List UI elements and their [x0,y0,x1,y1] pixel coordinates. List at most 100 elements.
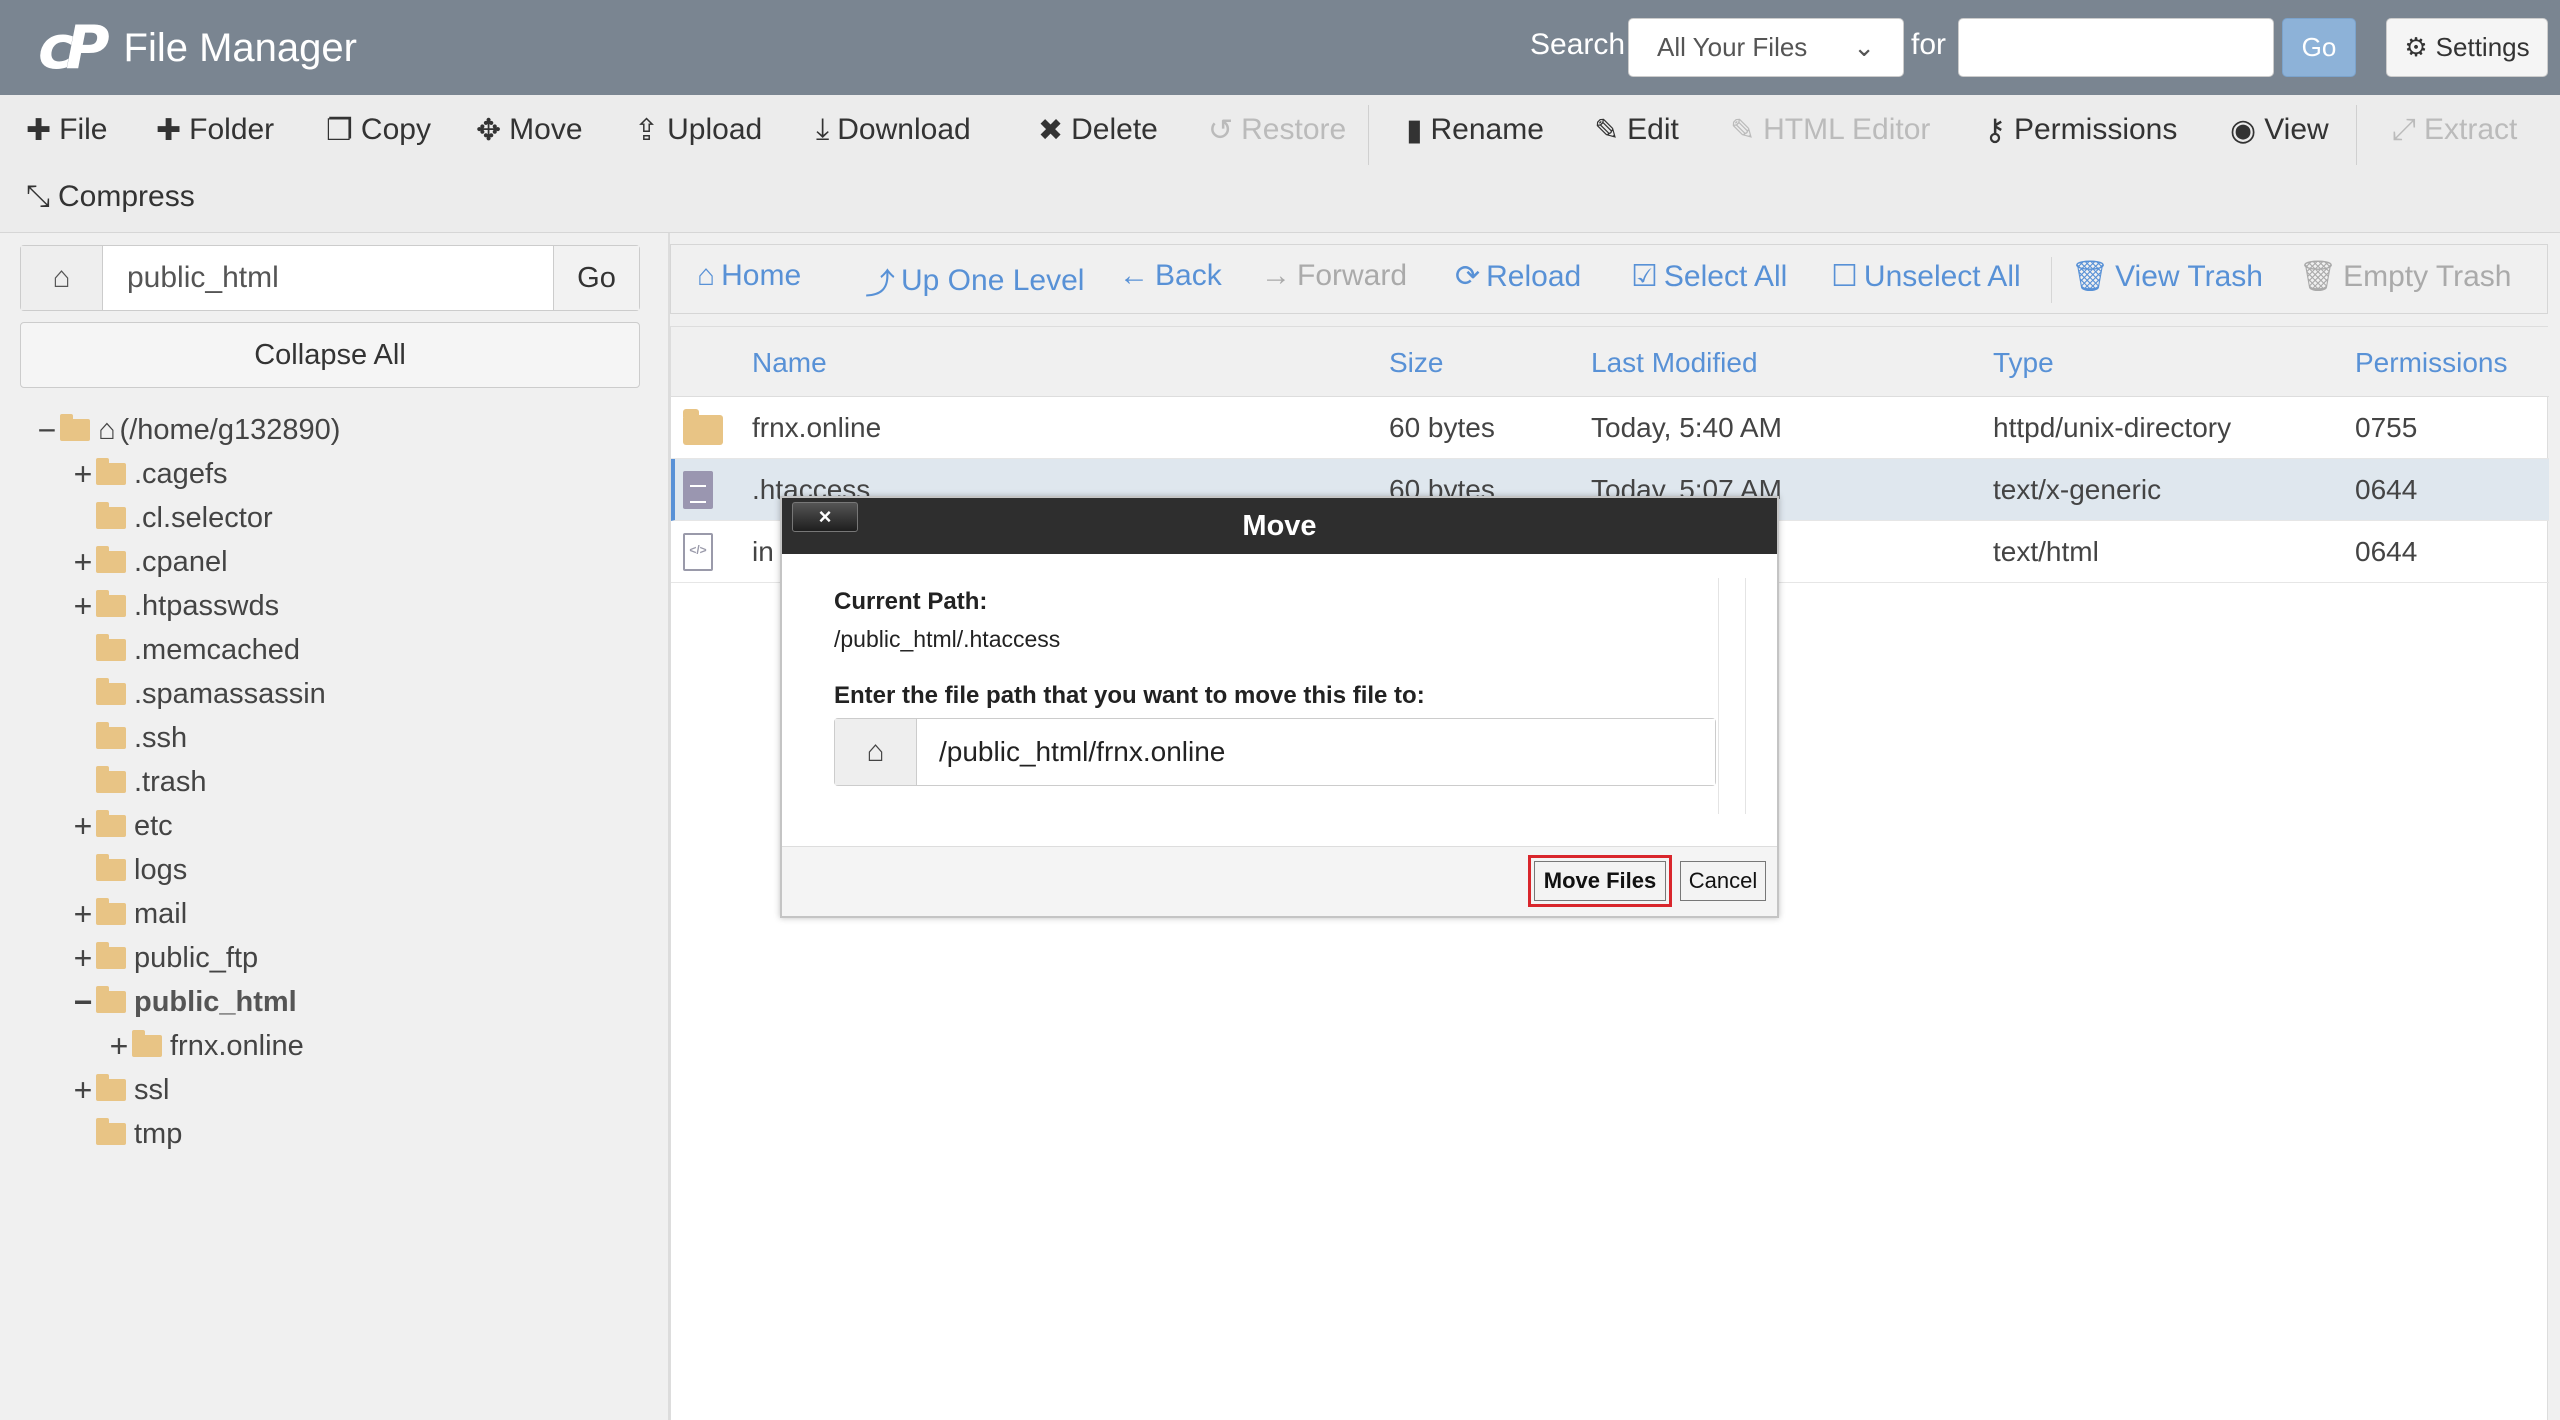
tree-item-label: .memcached [134,633,301,666]
forward-label: Forward [1297,259,1408,292]
restore-button[interactable]: ↺ Restore [1208,110,1346,150]
navigation-bar: ⌂ Home ⤴ Up One Level ← Back → Forward ⟳ Relo… [670,244,2548,314]
column-header-type[interactable]: Type [1993,347,2054,379]
move-files-button[interactable]: Move Files [1534,861,1666,901]
app-title: File Manager [123,25,357,70]
column-header-size[interactable]: Size [1389,347,1443,379]
tree-item-tmp[interactable]: tmp [72,1114,182,1154]
column-header-last-modified[interactable]: Last Modified [1591,347,1758,379]
expand-toggle-icon[interactable]: + [108,1028,130,1065]
tree-item-trash[interactable]: .trash [72,762,207,802]
tree-item-frnx-online[interactable]: + frnx.online [108,1026,304,1066]
expand-toggle-icon[interactable]: + [72,544,94,581]
tree-item-cagefs[interactable]: + .cagefs [72,454,228,494]
select-all-button[interactable]: ☑ Select All [1631,259,1787,294]
tree-item-home[interactable]: − ⌂ (/home/g132890) [36,410,341,450]
upload-button[interactable]: ⇪ Upload [634,110,762,150]
expand-toggle-icon[interactable]: + [72,456,94,493]
restore-label: Restore [1241,113,1347,146]
collapse-toggle-icon[interactable]: − [72,984,94,1021]
settings-button[interactable]: ⚙ Settings [2386,18,2548,77]
tree-item-public-html[interactable]: − public_html [72,982,297,1022]
home-button[interactable]: ⌂ Home [697,259,801,293]
view-button[interactable]: ◉ View [2230,110,2329,150]
home-icon[interactable]: ⌂ [21,246,103,310]
tree-item-cpanel[interactable]: + .cpanel [72,542,228,582]
compress-button[interactable]: ⤡ Compress [26,177,195,217]
close-icon[interactable]: × [792,502,858,532]
new-file-button[interactable]: ✚ File [26,110,107,150]
new-folder-button[interactable]: ✚ Folder [156,110,274,150]
tree-item-public-ftp[interactable]: + public_ftp [72,938,259,978]
tree-item-htpasswds[interactable]: + .htpasswds [72,586,279,626]
tree-item-ssh[interactable]: .ssh [72,718,187,758]
move-dialog: Move × Current Path: /public_html/.htacc… [780,496,1779,918]
empty-trash-button[interactable]: 🗑 Empty Trash [2299,259,2511,294]
trash-icon: 🗑 [2299,260,2338,293]
header-bar: cP File Manager Search All Your Files ⌄ … [0,0,2560,95]
directory-path-input[interactable]: public_html [103,246,553,310]
checkbox-checked-icon: ☑ [1631,260,1658,293]
expand-toggle-icon[interactable]: + [72,1072,94,1109]
tree-item-label: (/home/g132890) [119,413,341,446]
destination-path-input[interactable]: /public_html/frnx.online [917,719,1715,785]
download-button[interactable]: ⤓ Download [816,110,971,150]
dialog-footer: Move Files Cancel [782,846,1777,916]
delete-button[interactable]: ✖ Delete [1038,110,1158,150]
column-header-name[interactable]: Name [752,347,827,379]
tree-item-label: .ssh [134,721,188,754]
tree-item-label: .cpanel [134,545,228,578]
dialog-body: Current Path: /public_html/.htaccess Ent… [782,554,1777,846]
forward-button[interactable]: → Forward [1261,259,1407,293]
permissions-button[interactable]: ⚷ Permissions [1984,110,2177,150]
folder-icon [683,409,723,445]
move-button[interactable]: ✥ Move [476,110,583,150]
compress-label: Compress [58,180,195,213]
tree-item-cl-selector[interactable]: .cl.selector [72,498,273,538]
expand-toggle-icon[interactable]: + [72,808,94,845]
cancel-button[interactable]: Cancel [1680,861,1766,901]
level-up-icon: ⤴ [865,268,895,301]
rename-button[interactable]: ▮ Rename [1406,110,1544,150]
move-files-highlight: Move Files [1528,855,1672,907]
extract-button[interactable]: ⤢ Extract [2392,110,2517,150]
search-go-button[interactable]: Go [2282,18,2356,77]
tree-item-etc[interactable]: + etc [72,806,173,846]
undo-icon: ↺ [1208,113,1234,147]
copy-button[interactable]: ❐ Copy [326,110,431,150]
tree-item-label: public_ftp [134,941,259,974]
unselect-all-button[interactable]: ☐ Unselect All [1831,259,2021,294]
collapse-toggle-icon[interactable]: − [36,412,58,449]
up-one-level-button[interactable]: ⤴ Up One Level [865,259,1084,303]
tree-item-logs[interactable]: logs [72,850,187,890]
expand-toggle-icon[interactable]: + [72,588,94,625]
path-go-button[interactable]: Go [553,246,639,310]
edit-label: Edit [1627,113,1679,146]
back-label: Back [1155,259,1222,292]
expand-toggle-icon[interactable]: + [72,896,94,933]
dialog-scrollbar[interactable] [1718,578,1746,814]
tree-item-label: .cagefs [134,457,228,490]
cpanel-logo[interactable]: cP File Manager [38,13,357,83]
search-scope-select[interactable]: All Your Files ⌄ [1628,18,1904,77]
reload-button[interactable]: ⟳ Reload [1455,259,1581,294]
expand-toggle-icon[interactable]: + [72,940,94,977]
tree-item-mail[interactable]: + mail [72,894,188,934]
table-row[interactable]: frnx.online 60 bytes Today, 5:40 AM http… [671,397,2549,459]
file-permissions: 0644 [2355,536,2418,567]
code-file-icon [683,533,713,571]
back-button[interactable]: ← Back [1119,259,1222,293]
toolbar-divider [1368,105,1369,165]
edit-button[interactable]: ✎ Edit [1594,110,1679,150]
view-trash-button[interactable]: 🗑 View Trash [2071,259,2263,294]
collapse-all-button[interactable]: Collapse All [20,322,640,388]
dialog-title-bar[interactable]: Move [782,498,1777,554]
tree-item-memcached[interactable]: .memcached [72,630,300,670]
search-input[interactable] [1958,18,2274,77]
tree-item-ssl[interactable]: + ssl [72,1070,170,1110]
file-type: text/x-generic [1993,474,2162,505]
column-header-permissions[interactable]: Permissions [2355,347,2507,379]
html-editor-button[interactable]: ✎ HTML Editor [1730,110,1930,150]
arrow-left-icon: ← [1119,259,1149,292]
tree-item-spamassassin[interactable]: .spamassassin [72,674,326,714]
